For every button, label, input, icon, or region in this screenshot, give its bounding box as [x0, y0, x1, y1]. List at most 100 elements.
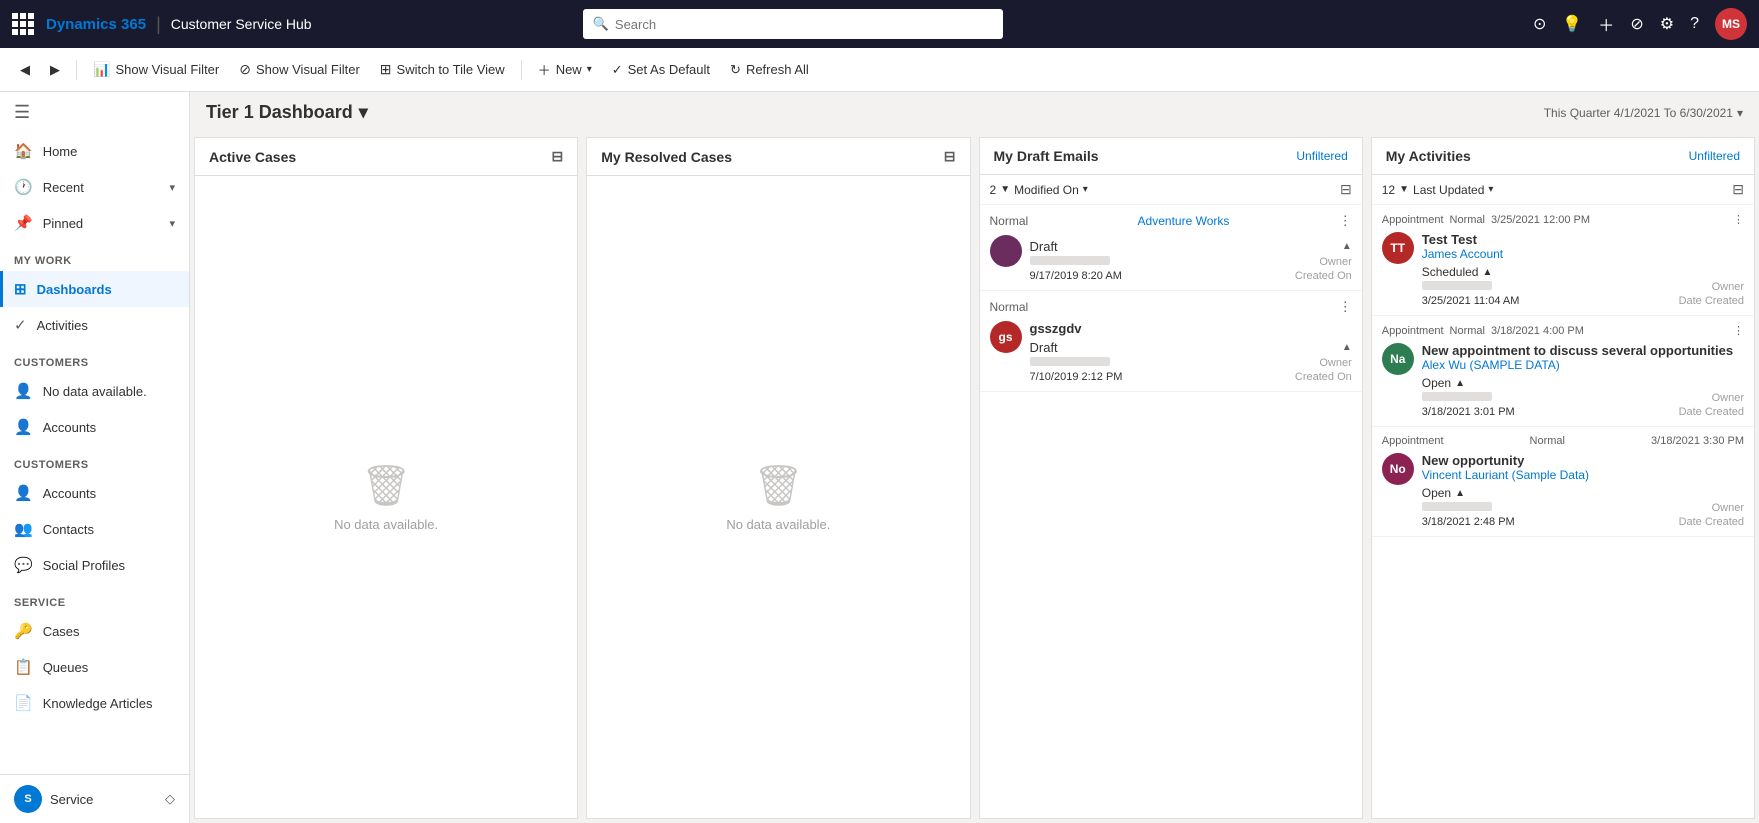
activity-2-type: Appointment — [1382, 325, 1444, 337]
app-grid-menu[interactable] — [12, 13, 34, 35]
activity-1-kebab[interactable]: ⋮ — [1733, 213, 1744, 226]
draft-emails-view-icon[interactable]: ⊟ — [1340, 181, 1352, 198]
activity-2-sub[interactable]: Alex Wu (SAMPLE DATA) — [1422, 358, 1744, 372]
sidebar-hamburger[interactable]: ☰ — [0, 92, 189, 133]
knowledge-label: Knowledge Articles — [43, 696, 153, 711]
activity-1-avatar: TT — [1382, 232, 1414, 264]
check-circle-icon[interactable]: ⊙ — [1533, 14, 1546, 34]
activity-3-date-label: Date Created — [1679, 516, 1744, 528]
dashboard-chevron-icon: ▾ — [359, 102, 368, 123]
queues-icon: 📋 — [14, 658, 33, 676]
activities-sort[interactable]: 12 ▼ Last Updated ▾ — [1382, 183, 1494, 197]
activity-2-priority: Normal — [1450, 325, 1485, 337]
sidebar-social-profiles[interactable]: 💬 Social Profiles — [0, 547, 189, 583]
draft-emails-unfiltered: Unfiltered — [1296, 149, 1347, 163]
dashboard-title-container[interactable]: Tier 1 Dashboard ▾ — [206, 102, 368, 123]
filter-icon[interactable]: ⊘ — [1630, 14, 1643, 34]
sidebar-knowledge-articles[interactable]: 📄 Knowledge Articles — [0, 685, 189, 721]
activities-sort-field: Last Updated — [1413, 183, 1484, 197]
activity-item-2: Appointment Normal 3/18/2021 4:00 PM ⋮ N… — [1372, 316, 1754, 427]
sidebar-item-recent[interactable]: 🕐 Recent ▾ — [0, 169, 189, 205]
activity-1-sub[interactable]: James Account — [1422, 247, 1744, 261]
activity-3-sub[interactable]: Vincent Lauriant (Sample Data) — [1422, 468, 1744, 482]
active-cases-panel: Active Cases ⊟ 🗑 No data available. — [194, 137, 578, 819]
activity-3-chevron-icon: ▲ — [1455, 488, 1465, 499]
email-2-status: Draft — [1030, 340, 1058, 355]
search-bar[interactable]: 🔍 — [583, 9, 1003, 39]
global-filter-button[interactable]: ⊘ Show Visual Filter — [231, 54, 368, 86]
visual-filter-icon: 📊 — [93, 61, 110, 78]
draft-emails-sort[interactable]: 2 ▼ Modified On ▾ — [990, 183, 1088, 197]
activities-unfiltered: Unfiltered — [1689, 149, 1740, 163]
activities-view-icon[interactable]: ⊟ — [1732, 181, 1744, 198]
social-label: Social Profiles — [43, 558, 125, 573]
back-button[interactable]: ◀ — [12, 54, 38, 86]
email-2-created-label: Created On — [1295, 371, 1352, 383]
draft-emails-list: Normal Adventure Works ⋮ Draft ▲ — [980, 205, 1362, 818]
activity-3-status: Open ▲ — [1422, 486, 1465, 500]
activity-3-header: Appointment Normal 3/18/2021 3:30 PM — [1382, 435, 1744, 447]
home-icon: 🏠 — [14, 142, 33, 160]
brand-logo[interactable]: Dynamics 365 — [46, 16, 146, 33]
search-input[interactable] — [615, 17, 993, 32]
tile-view-button[interactable]: ⊞ Switch to Tile View — [372, 54, 513, 86]
activity-1-chevron-icon: ▲ — [1482, 267, 1492, 278]
sidebar-cases[interactable]: 🔑 Cases — [0, 613, 189, 649]
activity-1-date-label: Date Created — [1679, 295, 1744, 307]
email-2-kebab[interactable]: ⋮ — [1339, 299, 1352, 315]
activity-2-chevron-icon: ▲ — [1455, 378, 1465, 389]
forward-button[interactable]: ▶ — [42, 54, 68, 86]
draft-emails-toolbar: 2 ▼ Modified On ▾ ⊟ — [980, 175, 1362, 205]
refresh-icon: ↻ — [730, 62, 741, 78]
date-range-text: This Quarter 4/1/2021 To 6/30/2021 — [1544, 106, 1733, 120]
sidebar-item-activities[interactable]: ✓ Activities — [0, 307, 189, 343]
refresh-button[interactable]: ↻ Refresh All — [722, 54, 817, 86]
draft-emails-panel: My Draft Emails Unfiltered 2 ▼ Modified … — [979, 137, 1363, 819]
customers-section-label: Customers — [0, 445, 189, 475]
activity-2-meta: Owner — [1422, 392, 1744, 404]
activity-2-kebab[interactable]: ⋮ — [1733, 324, 1744, 337]
activities-label: Activities — [37, 318, 88, 333]
draft-emails-sort-field: Modified On — [1014, 183, 1079, 197]
email-2-avatar: gs — [990, 321, 1022, 353]
sidebar-item-dashboards[interactable]: ⊞ Dashboards — [0, 271, 189, 307]
blurred-act-1 — [1422, 281, 1492, 290]
email-2-priority: Normal — [990, 300, 1029, 314]
email-1-date: 9/17/2019 8:20 AM — [1030, 270, 1122, 282]
sidebar-queues[interactable]: 📋 Queues — [0, 649, 189, 685]
email-1-status: Draft — [1030, 239, 1058, 254]
settings-icon[interactable]: ⚙ — [1660, 14, 1674, 34]
sidebar-item-home[interactable]: 🏠 Home — [0, 133, 189, 169]
help-icon[interactable]: ? — [1690, 15, 1699, 33]
activities-title: My Activities — [1386, 148, 1471, 164]
user-avatar[interactable]: MS — [1715, 8, 1747, 40]
sidebar-bottom-item[interactable]: S Service ◇ — [0, 775, 189, 823]
draft-emails-header: My Draft Emails Unfiltered — [980, 138, 1362, 175]
visual-filter-button[interactable]: 📊 Show Visual Filter — [85, 54, 227, 86]
app-name: Customer Service Hub — [171, 16, 312, 32]
resolved-cases-grid-icon[interactable]: ⊟ — [944, 148, 956, 165]
new-button[interactable]: ＋ New ▾ — [530, 54, 600, 86]
email-1-company[interactable]: Adventure Works — [1138, 214, 1230, 228]
sidebar-item-accounts[interactable]: 👤 No data available. — [0, 373, 189, 409]
add-icon[interactable]: ＋ — [1598, 12, 1614, 36]
email-1-kebab[interactable]: ⋮ — [1339, 213, 1352, 229]
sidebar-contacts[interactable]: 👥 Contacts — [0, 511, 189, 547]
activity-1-name: Test Test — [1422, 232, 1744, 247]
activity-3-status-row: Open ▲ — [1422, 486, 1744, 500]
sidebar-item-pinned[interactable]: 📌 Pinned ▾ — [0, 205, 189, 241]
activity-1-status: Scheduled ▲ — [1422, 265, 1493, 279]
email-1-priority: Normal — [990, 214, 1029, 228]
tile-view-label: Switch to Tile View — [397, 62, 505, 77]
active-cases-grid-icon[interactable]: ⊟ — [552, 148, 564, 165]
sidebar-accounts[interactable]: 👤 Accounts — [0, 475, 189, 511]
active-cases-title: Active Cases — [209, 149, 296, 165]
dashboard-date-range[interactable]: This Quarter 4/1/2021 To 6/30/2021 ▾ — [1544, 106, 1743, 120]
global-filter-icon: ⊘ — [239, 61, 251, 78]
accounts-sidebar-label: Accounts — [43, 486, 96, 501]
activity-3-meta: Owner — [1422, 502, 1744, 514]
set-default-button[interactable]: ✓ Set As Default — [604, 54, 718, 86]
sidebar-bottom-avatar: S — [14, 785, 42, 813]
sidebar-item-accounts[interactable]: 👤 Accounts — [0, 409, 189, 445]
lightbulb-icon[interactable]: 💡 — [1562, 14, 1582, 34]
